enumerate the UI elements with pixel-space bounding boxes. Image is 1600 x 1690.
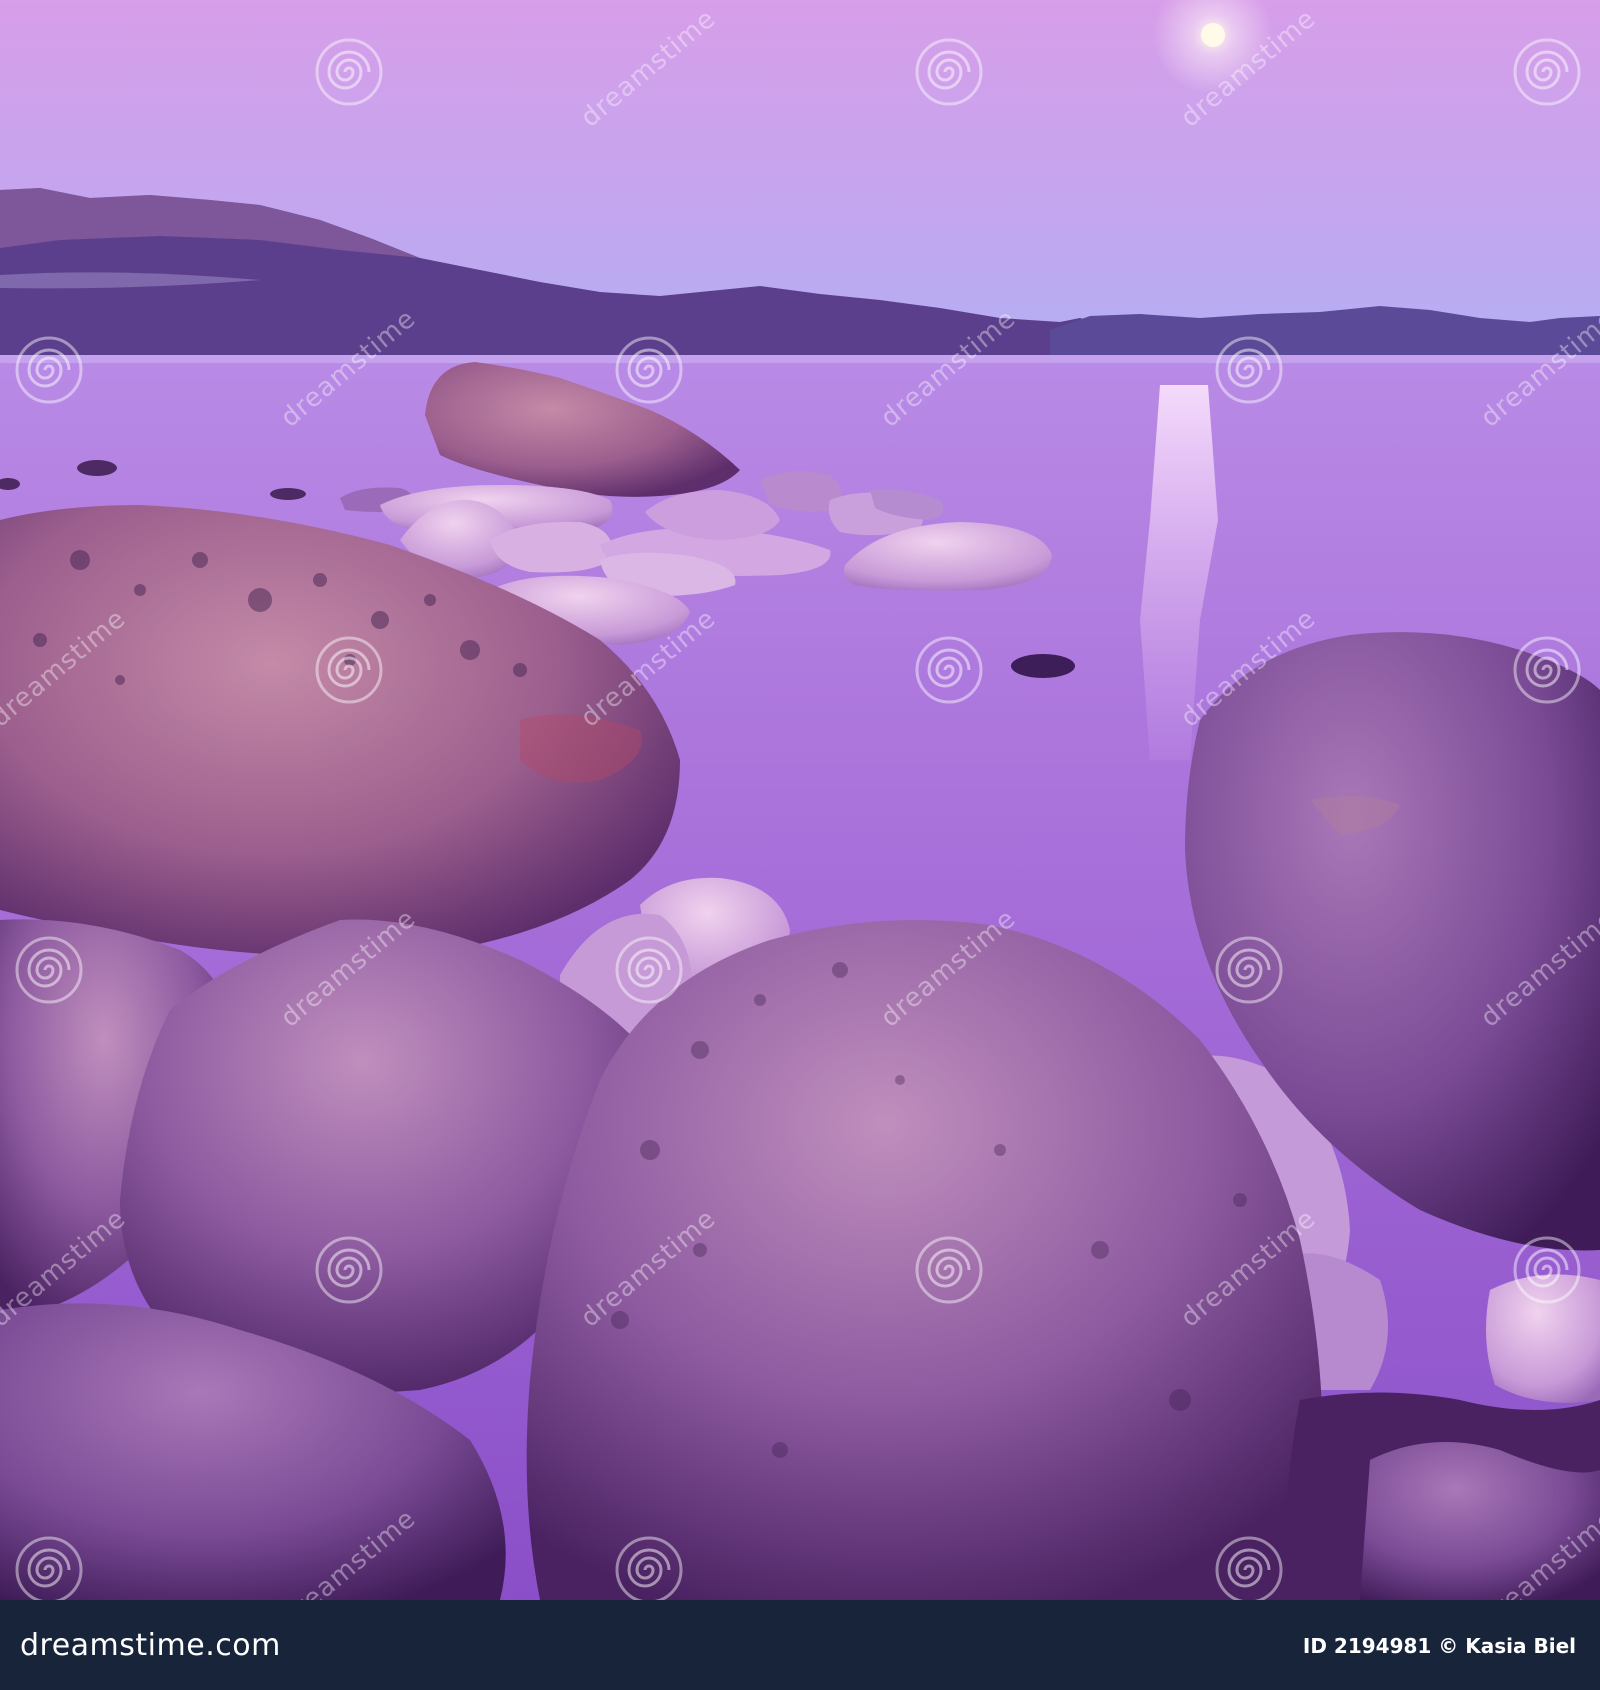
moon xyxy=(1201,23,1225,47)
pale-boulder xyxy=(1486,1274,1600,1403)
shoreline xyxy=(0,355,1600,363)
footer-bar: dreamstime.com ID 2194981 © Kasia Biel xyxy=(0,1600,1600,1690)
submerged-rock xyxy=(1011,654,1075,678)
photo-canvas: dreamstime dreamstime dreamstime dreamst… xyxy=(0,0,1600,1600)
brand-logo-text[interactable]: dreamstime.com xyxy=(20,1628,281,1663)
image-credit: ID 2194981 © Kasia Biel xyxy=(1302,1634,1576,1658)
distant-rock xyxy=(77,460,117,476)
distant-rock xyxy=(270,488,306,500)
stock-photo: dreamstime dreamstime dreamstime dreamst… xyxy=(0,0,1600,1600)
